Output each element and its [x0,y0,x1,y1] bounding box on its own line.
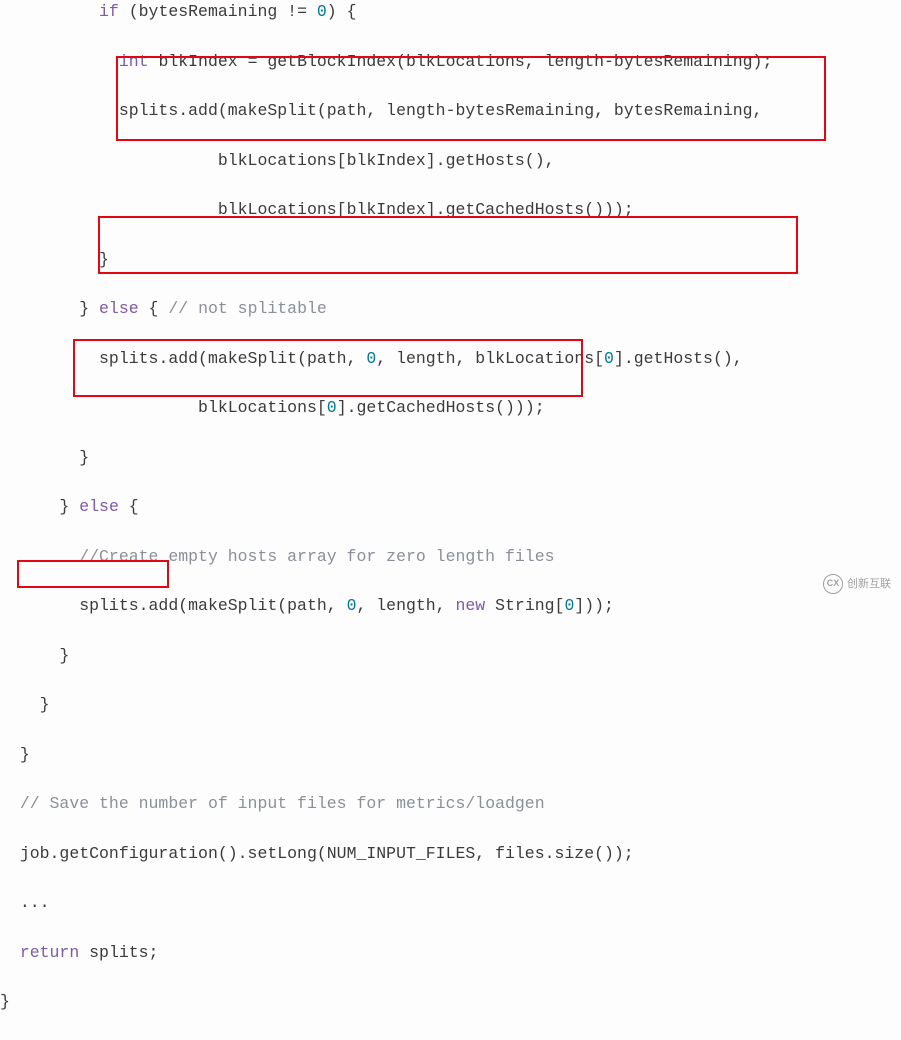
kw-else: else [99,299,139,318]
code-line: } [40,695,50,714]
comment: // Save the number of input files for me… [20,794,545,813]
code-line: } [79,448,89,467]
comment: // not splitable [168,299,326,318]
code-line: } [59,646,69,665]
highlight-box [17,560,169,588]
watermark-logo-icon: CX [823,574,843,594]
code-line: } [20,745,30,764]
kw-return: return [20,943,79,962]
watermark: CX 创新互联 [823,574,891,594]
watermark-text: 创新互联 [847,576,891,593]
code-line: ... [20,893,50,912]
code-block: if (bytesRemaining != 0) { int blkIndex … [0,0,901,1040]
highlight-box [73,339,583,397]
code-line: blkLocations[blkIndex].getHosts(), [218,151,555,170]
code-line: } [0,992,10,1011]
highlight-box [98,216,798,274]
kw-new: new [456,596,486,615]
kw-if: if [99,2,119,21]
code-line: job.getConfiguration().setLong(NUM_INPUT… [20,844,634,863]
highlight-box [116,56,826,141]
kw-else: else [79,497,119,516]
